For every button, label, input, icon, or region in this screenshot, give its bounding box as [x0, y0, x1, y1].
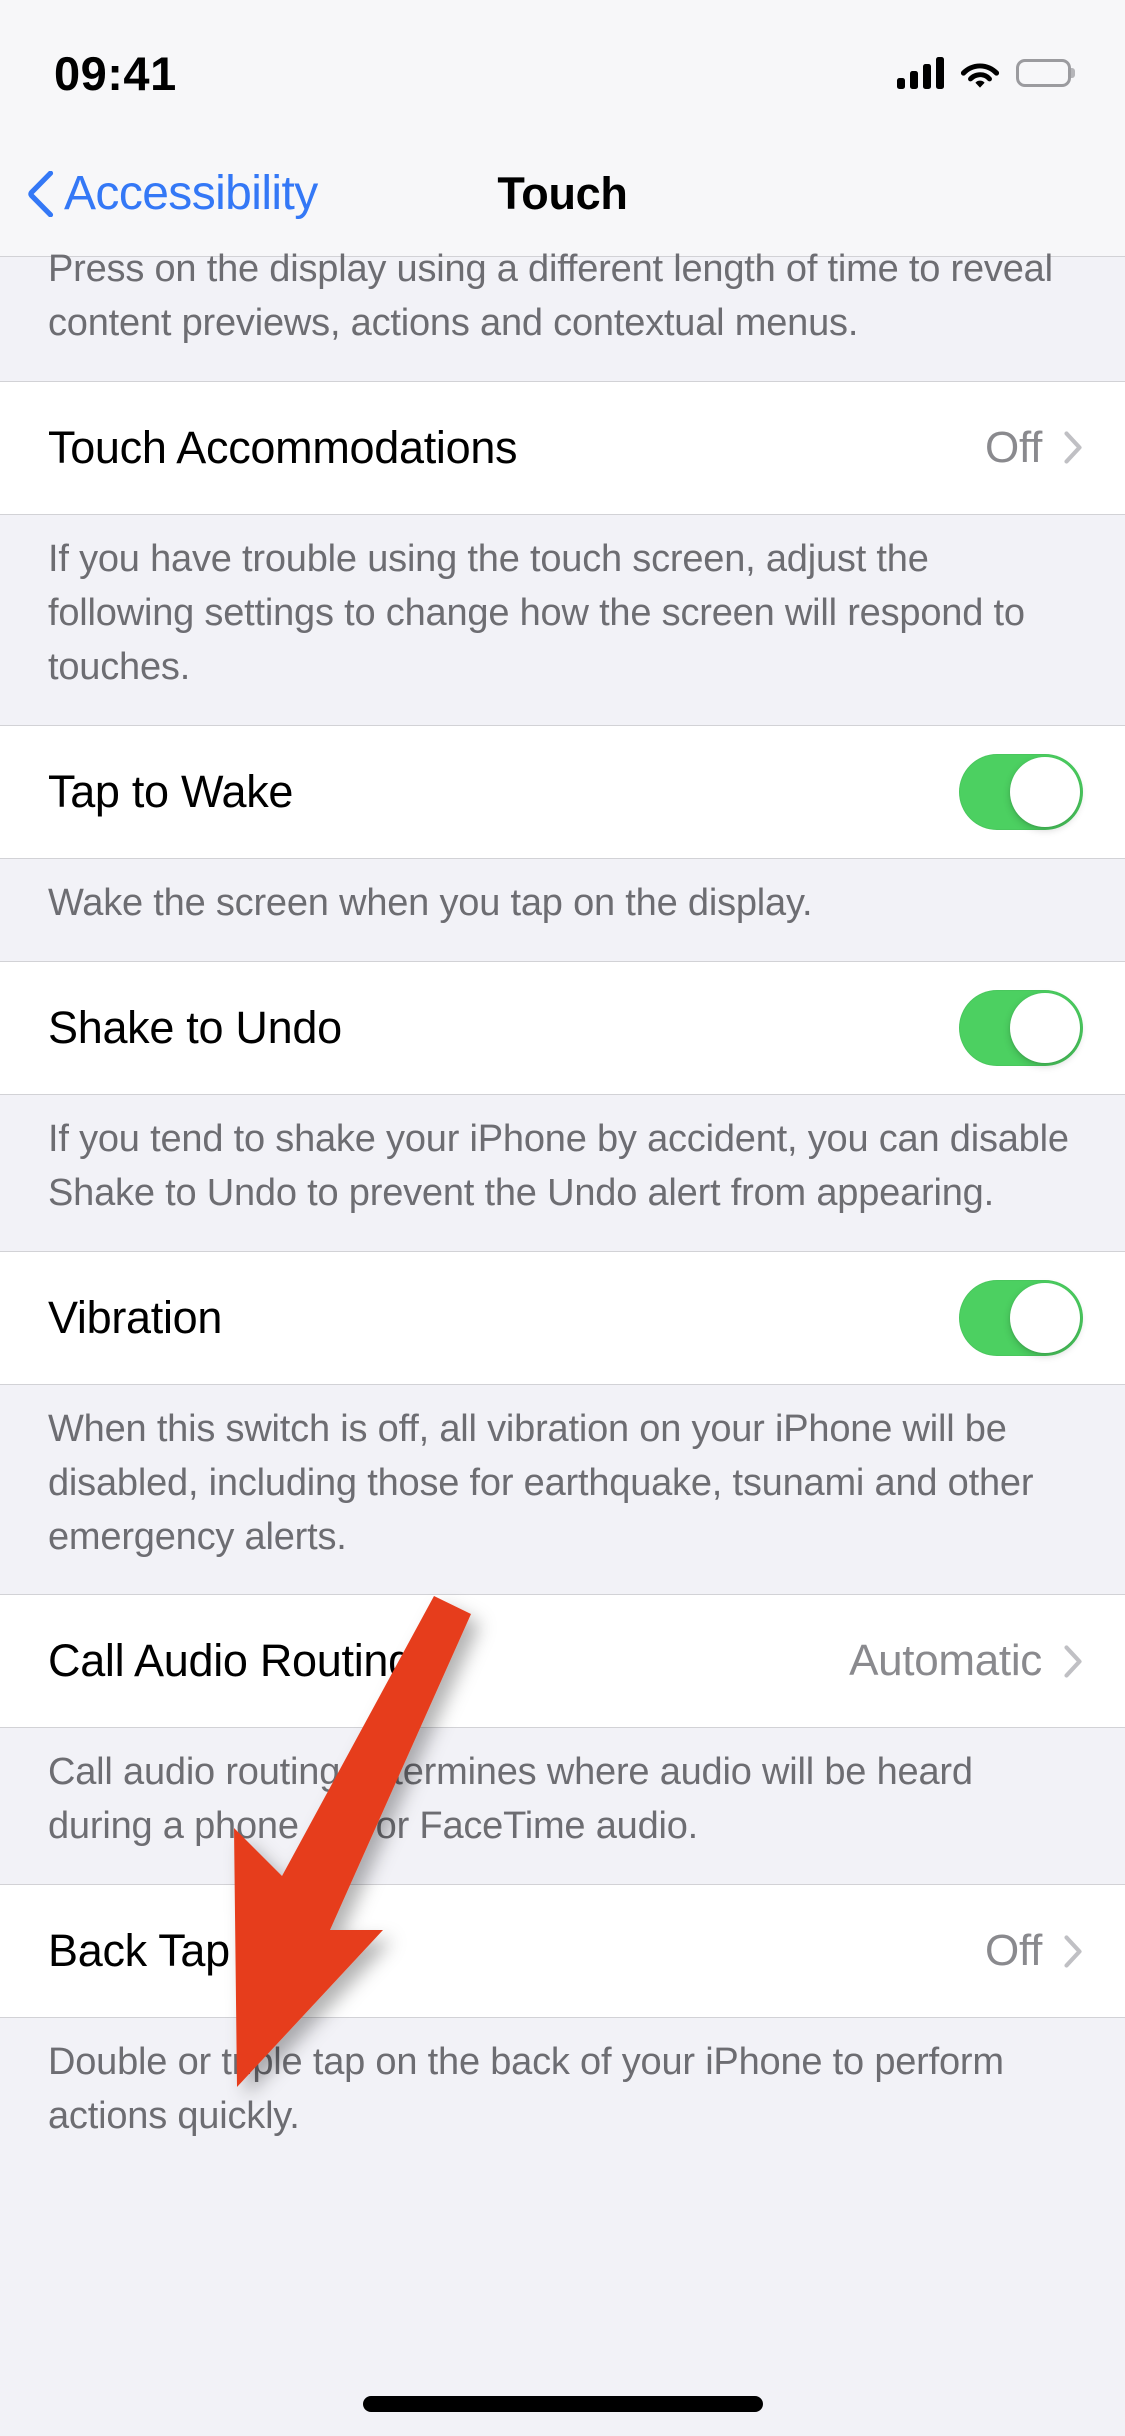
toggle-shake-to-undo[interactable] — [959, 989, 1083, 1066]
row-back-tap[interactable]: Back Tap Off — [0, 1885, 1125, 2018]
iphone-screen: 09:41 Accessibility Touch Press on the d… — [0, 0, 1125, 2436]
settings-group: Tap to Wake — [0, 724, 1125, 859]
navigation-bar: Accessibility Touch — [0, 132, 1125, 257]
status-bar-indicators — [897, 57, 1071, 89]
row-touch-accommodations[interactable]: Touch Accommodations Off — [0, 381, 1125, 514]
toggle-vibration[interactable] — [959, 1279, 1083, 1356]
row-accessory: Automatic — [849, 1636, 1083, 1686]
row-value: Off — [985, 1926, 1042, 1976]
row-title: Back Tap — [48, 1925, 230, 1977]
row-vibration[interactable]: Vibration — [0, 1251, 1125, 1384]
wifi-icon — [960, 58, 1000, 88]
settings-list[interactable]: Press on the display using a different l… — [0, 248, 1125, 2436]
row-title: Call Audio Routing — [48, 1635, 413, 1687]
toggle-knob — [1010, 992, 1080, 1063]
chevron-right-icon — [1064, 431, 1083, 465]
row-shake-to-undo[interactable]: Shake to Undo — [0, 961, 1125, 1094]
row-value: Off — [985, 422, 1042, 472]
settings-group: Shake to Undo — [0, 960, 1125, 1095]
toggle-knob — [1010, 756, 1080, 827]
toggle-tap-to-wake[interactable] — [959, 753, 1083, 830]
toggle-knob — [1010, 1282, 1080, 1353]
status-bar: 09:41 — [0, 0, 1125, 132]
row-title: Shake to Undo — [48, 1001, 342, 1053]
section-footer: Double or triple tap on the back of your… — [48, 2041, 1004, 2138]
row-accessory: Off — [985, 1926, 1083, 1976]
row-accessory: Off — [985, 423, 1083, 473]
settings-group: Vibration — [0, 1250, 1125, 1385]
section-footer: Press on the display using a different l… — [48, 248, 1053, 344]
section-footer: When this switch is off, all vibration o… — [48, 1407, 1034, 1558]
settings-group: Call Audio Routing Automatic — [0, 1594, 1125, 1729]
battery-full-icon — [1016, 59, 1071, 87]
settings-group: Touch Accommodations Off — [0, 380, 1125, 515]
home-indicator[interactable] — [362, 2396, 763, 2412]
chevron-right-icon — [1064, 1935, 1083, 1968]
section-footer: Wake the screen when you tap on the disp… — [48, 881, 813, 924]
status-bar-clock: 09:41 — [54, 46, 177, 100]
row-value: Automatic — [849, 1636, 1042, 1686]
cellular-bars-icon — [897, 57, 944, 89]
row-call-audio-routing[interactable]: Call Audio Routing Automatic — [0, 1595, 1125, 1728]
row-title: Touch Accommodations — [48, 421, 518, 473]
chevron-right-icon — [1064, 1645, 1083, 1678]
page-title: Touch — [497, 168, 628, 219]
row-title: Vibration — [48, 1291, 223, 1343]
section-footer: If you have trouble using the touch scre… — [48, 537, 1025, 688]
settings-group: Back Tap Off — [0, 1884, 1125, 2019]
row-tap-to-wake[interactable]: Tap to Wake — [0, 725, 1125, 858]
row-title: Tap to Wake — [48, 765, 294, 817]
section-footer: If you tend to shake your iPhone by acci… — [48, 1117, 1069, 1214]
section-footer: Call audio routing determines where audi… — [48, 1751, 973, 1848]
